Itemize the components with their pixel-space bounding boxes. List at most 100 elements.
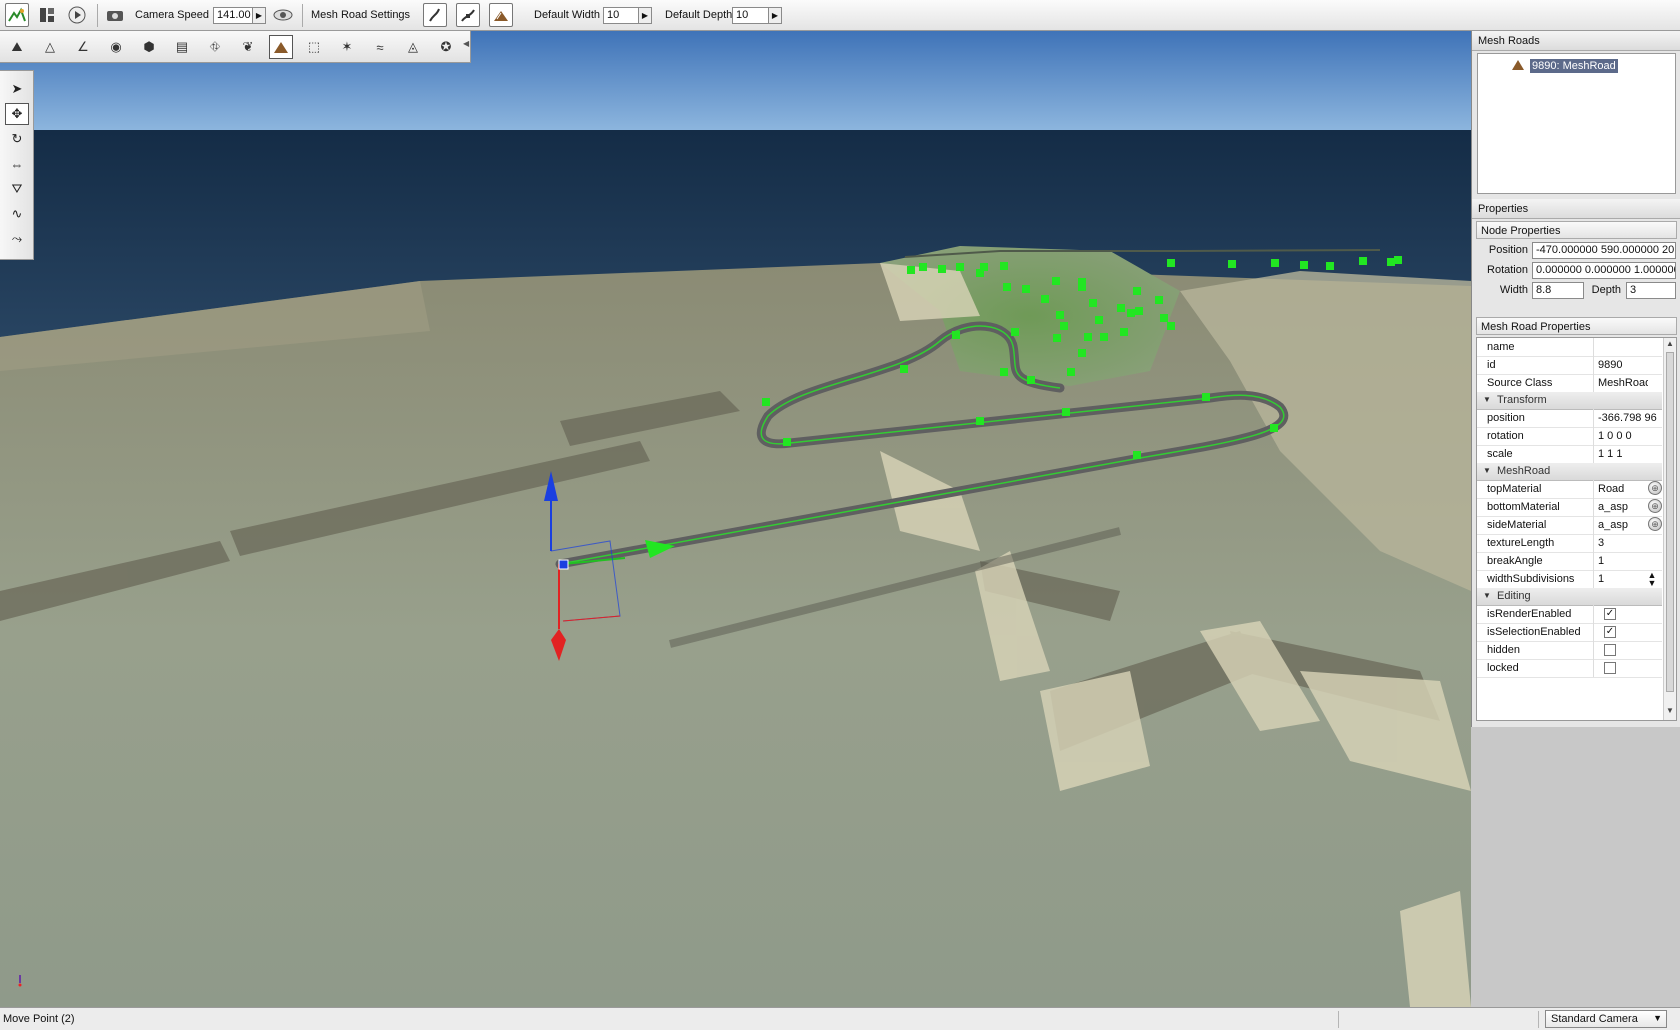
datablock-icon[interactable]: ▤ xyxy=(170,35,194,59)
default-depth-field[interactable]: 10 xyxy=(732,7,769,24)
default-width-arrow-icon[interactable]: ▶ xyxy=(638,7,652,24)
material-browse-globe-icon[interactable]: ⊕ xyxy=(1648,499,1662,513)
node-depth-field[interactable]: 3 xyxy=(1626,282,1676,299)
node-position-label: Position xyxy=(1488,244,1528,256)
inspector-panel: Mesh Roads 9890: MeshRoad Properties Nod… xyxy=(1471,31,1680,727)
chevron-down-icon: ▼ xyxy=(1653,1013,1662,1023)
main-toolbar: Camera Speed 141.00 ▶ Mesh Road Settings… xyxy=(0,0,1680,31)
collapse-triangle-icon: ▼ xyxy=(1483,591,1491,600)
river-editor-icon[interactable]: ∠ xyxy=(71,35,95,59)
property-row-top-material[interactable]: topMaterial Road ⊕ xyxy=(1477,480,1662,499)
camera-mode-value: Standard Camera xyxy=(1551,1013,1638,1025)
insert-point-icon[interactable]: ∿ xyxy=(5,203,29,225)
property-row-id: id 9890 xyxy=(1477,356,1662,375)
world-editor-icon[interactable] xyxy=(5,3,29,27)
move-point-icon[interactable]: ✥ xyxy=(5,103,29,125)
property-row-scale[interactable]: scale 1 1 1 xyxy=(1477,445,1662,464)
tree-item-meshroad[interactable]: 9890: MeshRoad xyxy=(1511,58,1618,74)
property-grid-scrollbar[interactable]: ▲ ▼ xyxy=(1663,338,1676,720)
add-road-icon[interactable] xyxy=(489,3,513,27)
particle-icon[interactable]: ✶ xyxy=(335,35,359,59)
status-bar: Move Point (2) Standard Camera ▼ xyxy=(0,1007,1680,1030)
status-text: Move Point (2) xyxy=(3,1013,75,1025)
material-browse-globe-icon[interactable]: ⊕ xyxy=(1648,481,1662,495)
node-depth-label: Depth xyxy=(1591,284,1621,296)
property-row-is-selection-enabled[interactable]: isSelectionEnabled ✓ xyxy=(1477,623,1662,642)
road-icon[interactable]: ≈ xyxy=(368,35,392,59)
object-editor-icon[interactable]: ⬢ xyxy=(137,35,161,59)
material-browse-globe-icon[interactable]: ⊕ xyxy=(1648,517,1662,531)
add-road-icon[interactable]: ⛛ xyxy=(5,178,29,200)
navmesh-icon[interactable]: ⬚ xyxy=(302,35,326,59)
scale-point-icon[interactable]: ⇔ xyxy=(5,153,29,175)
property-row-break-angle[interactable]: breakAngle 1 xyxy=(1477,552,1662,571)
camera-mode-select[interactable]: Standard Camera ▼ xyxy=(1545,1010,1667,1028)
mesh-roads-tree[interactable]: 9890: MeshRoad xyxy=(1477,53,1676,194)
camera-speed-field[interactable]: 141.00 xyxy=(213,7,253,24)
mesh-road-icon xyxy=(1511,59,1525,74)
scroll-up-icon[interactable]: ▲ xyxy=(1666,339,1674,348)
decal-icon[interactable]: ⛗ xyxy=(203,35,227,59)
node-rotation-field[interactable]: 0.000000 0.000000 1.000000 xyxy=(1532,262,1676,279)
tree-item-label: 9890: MeshRoad xyxy=(1530,59,1618,73)
property-row-rotation[interactable]: rotation 1 0 0 0 xyxy=(1477,427,1662,446)
spinner-arrows-icon[interactable]: ▲ ▼ xyxy=(1644,571,1660,588)
property-row-width-subdivisions[interactable]: widthSubdivisions 1 ▲ ▼ xyxy=(1477,570,1662,589)
property-row-bottom-material[interactable]: bottomMaterial a_asp ⊕ xyxy=(1477,498,1662,517)
terrain-editor-icon[interactable]: ⛰ xyxy=(5,35,29,59)
mesh-road-properties-header: Mesh Road Properties xyxy=(1476,317,1677,335)
visibility-eye-icon[interactable] xyxy=(271,3,295,27)
shape-icon[interactable]: ✪ xyxy=(434,35,458,59)
default-depth-arrow-icon[interactable]: ▶ xyxy=(768,7,782,24)
node-properties-header: Node Properties xyxy=(1476,221,1677,239)
default-width-label: Default Width xyxy=(534,9,601,21)
mesh-road-icon[interactable] xyxy=(269,35,293,59)
node-width-label: Width xyxy=(1499,284,1528,296)
property-row-is-render-enabled[interactable]: isRenderEnabled ✓ xyxy=(1477,605,1662,624)
collapse-triangle-icon: ▼ xyxy=(1483,466,1491,475)
properties-title: Properties xyxy=(1472,199,1680,219)
3d-viewport[interactable] xyxy=(0,31,1471,1007)
move-point-icon[interactable] xyxy=(456,3,480,27)
default-depth-label: Default Depth xyxy=(665,9,733,21)
hidden-checkbox[interactable] xyxy=(1604,644,1616,656)
camera-speed-label: Camera Speed xyxy=(135,9,209,21)
scroll-down-icon[interactable]: ▼ xyxy=(1666,706,1674,715)
play-icon[interactable] xyxy=(65,3,89,27)
property-row-locked[interactable]: locked xyxy=(1477,659,1662,678)
mesh-road-settings-label: Mesh Road Settings xyxy=(311,9,411,21)
property-row-name[interactable]: name xyxy=(1477,338,1662,357)
property-row-source-class: Source Class MeshRoad xyxy=(1477,374,1662,393)
node-rotation-label: Rotation xyxy=(1487,264,1528,276)
node-width-field[interactable]: 8.8 xyxy=(1532,282,1584,299)
property-row-side-material[interactable]: sideMaterial a_asp ⊕ xyxy=(1477,516,1662,535)
camera-speed-arrow-icon[interactable]: ▶ xyxy=(252,7,266,24)
select-road-icon[interactable] xyxy=(423,3,447,27)
scrollbar-thumb[interactable] xyxy=(1666,352,1674,692)
editor-toolbar: ⛰ △ ∠ ◉ ⬢ ▤ ⛗ ❦ ⬚ ✶ ≈ ◬ ✪ ◀ xyxy=(0,31,471,63)
group-transform[interactable]: ▼ Transform xyxy=(1477,392,1662,410)
collapse-triangle-icon: ▼ xyxy=(1483,395,1491,404)
camera-icon[interactable] xyxy=(103,3,127,27)
mesh-road-property-grid: name id 9890 Source Class MeshRoad ▼ Tra… xyxy=(1476,337,1677,721)
group-meshroad[interactable]: ▼ MeshRoad xyxy=(1477,463,1662,481)
sphere-icon[interactable]: ◉ xyxy=(104,35,128,59)
property-row-hidden[interactable]: hidden xyxy=(1477,641,1662,660)
convex-icon[interactable]: ◬ xyxy=(401,35,425,59)
node-position-field[interactable]: -470.000000 590.000000 20. xyxy=(1532,242,1676,259)
rotate-point-icon[interactable]: ↻ xyxy=(5,128,29,150)
mesh-roads-title: Mesh Roads xyxy=(1472,31,1680,51)
is-selection-enabled-checkbox[interactable]: ✓ xyxy=(1604,626,1616,638)
group-editing[interactable]: ▼ Editing xyxy=(1477,588,1662,606)
is-render-enabled-checkbox[interactable]: ✓ xyxy=(1604,608,1616,620)
select-arrow-icon[interactable]: ➤ xyxy=(5,78,29,100)
locked-checkbox[interactable] xyxy=(1604,662,1616,674)
collapse-toolbar-icon[interactable]: ◀ xyxy=(463,39,469,48)
property-row-texture-length[interactable]: textureLength 3 xyxy=(1477,534,1662,553)
terrain-painter-icon[interactable]: △ xyxy=(38,35,62,59)
property-row-position[interactable]: position -366.798 96 xyxy=(1477,409,1662,428)
gui-editor-icon[interactable] xyxy=(35,3,59,27)
default-width-field[interactable]: 10 xyxy=(603,7,639,24)
remove-point-icon[interactable]: ⤳ xyxy=(5,228,29,250)
forest-icon[interactable]: ❦ xyxy=(236,35,260,59)
